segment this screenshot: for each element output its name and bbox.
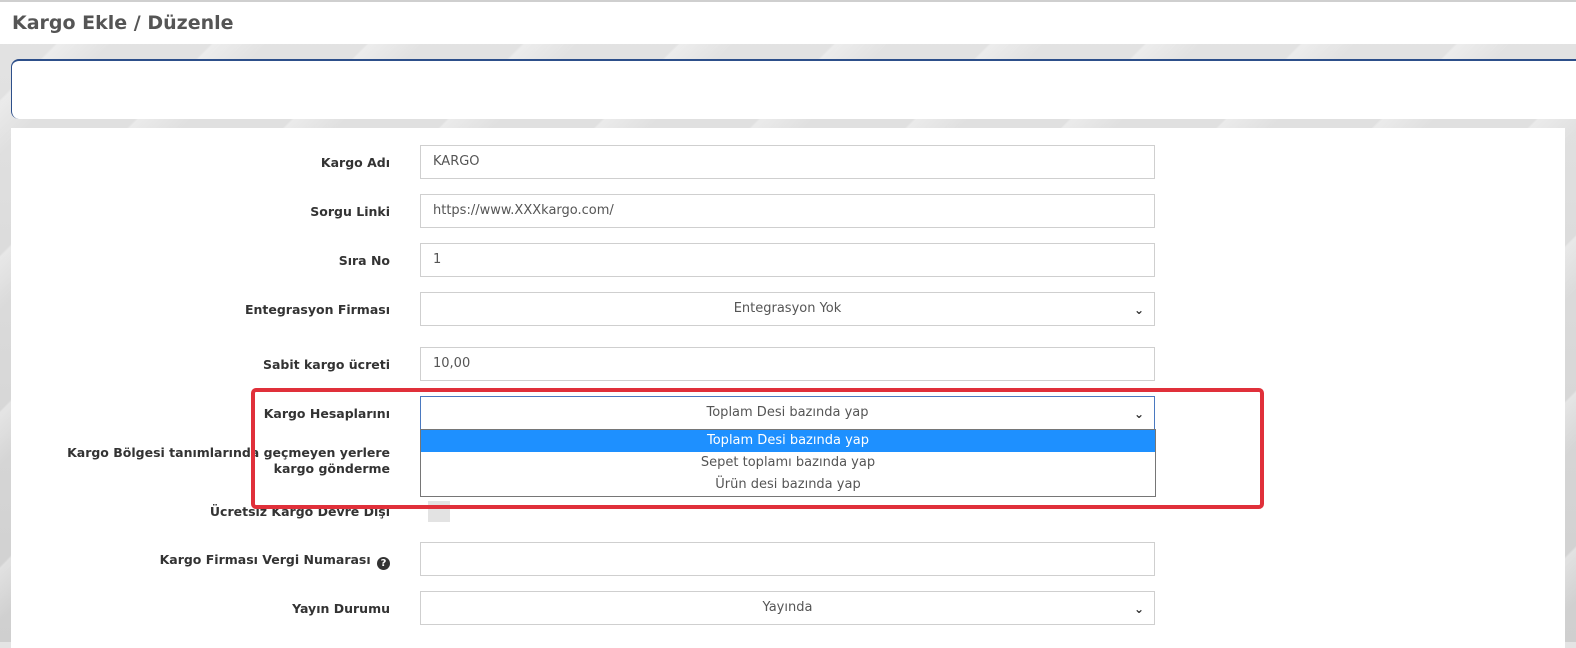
yayin-select[interactable]: Yayında ⌄ bbox=[420, 591, 1155, 625]
question-circle-icon[interactable]: ? bbox=[377, 557, 390, 570]
entegrasyon-value: Entegrasyon Yok bbox=[733, 301, 842, 316]
kargo-adi-label: Kargo Adı bbox=[320, 155, 390, 170]
top-panel bbox=[11, 59, 1576, 119]
sorgu-linki-label: Sorgu Linki bbox=[310, 204, 390, 219]
sabit-ucret-label: Sabit kargo ücreti bbox=[262, 357, 390, 372]
page-title: Kargo Ekle / Düzenle bbox=[12, 12, 234, 34]
entegrasyon-select[interactable]: Entegrasyon Yok ⌄ bbox=[420, 292, 1155, 326]
chevron-down-icon: ⌄ bbox=[1133, 303, 1144, 317]
sira-no-input[interactable]: 1 bbox=[420, 243, 1155, 277]
sabit-ucret-input[interactable]: 10,00 bbox=[420, 347, 1155, 381]
sira-no-label: Sıra No bbox=[338, 253, 390, 268]
entegrasyon-label: Entegrasyon Firması bbox=[244, 302, 390, 317]
vergi-no-label: Kargo Firması Vergi Numarası ? bbox=[30, 552, 390, 570]
yayin-value: Yayında bbox=[762, 600, 813, 615]
yayin-label: Yayın Durumu bbox=[292, 601, 390, 616]
highlight-box bbox=[251, 388, 1264, 509]
vergi-no-input[interactable] bbox=[420, 542, 1155, 576]
page-header: Kargo Ekle / Düzenle bbox=[0, 0, 1576, 44]
vergi-no-label-text: Kargo Firması Vergi Numarası bbox=[159, 552, 371, 567]
sorgu-linki-input[interactable]: https://www.XXXkargo.com/ bbox=[420, 194, 1155, 228]
chevron-down-icon: ⌄ bbox=[1133, 602, 1144, 616]
kargo-adi-input[interactable]: KARGO bbox=[420, 145, 1155, 179]
